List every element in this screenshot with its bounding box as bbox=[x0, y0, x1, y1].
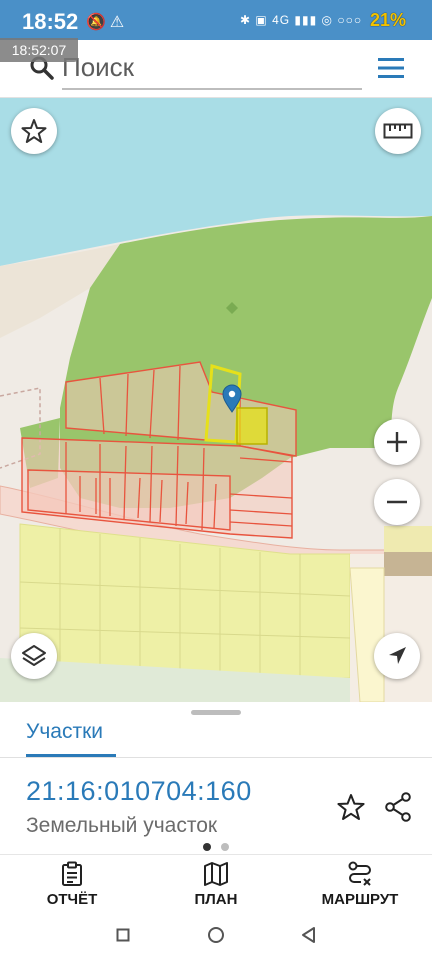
plus-icon bbox=[387, 432, 407, 452]
map-canvas[interactable] bbox=[0, 98, 432, 702]
notification-icons: 🔕⚠ bbox=[86, 14, 129, 31]
cadastral-number[interactable]: 21:16:010704:160 bbox=[26, 776, 252, 807]
network-type: 4G bbox=[272, 13, 291, 27]
screenshot-time-overlay: 18:52:07 bbox=[0, 38, 78, 62]
status-time: 18:52 bbox=[22, 9, 79, 34]
tab-parcels[interactable]: Участки bbox=[26, 720, 103, 744]
share-icon[interactable] bbox=[384, 792, 412, 822]
parcel-type: Земельный участок bbox=[26, 814, 218, 837]
battery-level: 21% bbox=[369, 10, 406, 30]
zoom-in-button[interactable] bbox=[374, 419, 420, 465]
minus-icon bbox=[387, 500, 407, 504]
clipboard-icon bbox=[62, 861, 82, 886]
plan-button[interactable]: ПЛАН bbox=[156, 861, 276, 915]
locate-button[interactable] bbox=[374, 633, 420, 679]
parcel-info-sheet: Участки 21:16:010704:160 Земельный участ… bbox=[0, 702, 432, 858]
home-icon[interactable] bbox=[207, 926, 225, 944]
layers-button[interactable] bbox=[11, 633, 57, 679]
action-bar: ОТЧЁТ ПЛАН МАРШРУТ bbox=[0, 854, 432, 916]
menu-icon[interactable] bbox=[376, 56, 406, 80]
sheet-drag-handle[interactable] bbox=[191, 710, 241, 715]
page-dot-active bbox=[203, 843, 211, 851]
star-icon[interactable] bbox=[336, 792, 366, 822]
recent-apps-icon[interactable] bbox=[116, 928, 130, 942]
route-icon bbox=[348, 861, 371, 886]
route-label: МАРШРУТ bbox=[321, 891, 399, 908]
tab-divider bbox=[0, 757, 432, 758]
page-dot bbox=[221, 843, 229, 851]
report-label: ОТЧЁТ bbox=[46, 891, 98, 908]
bridge bbox=[384, 552, 432, 576]
selected-parcel bbox=[236, 407, 268, 445]
star-icon bbox=[21, 119, 47, 143]
system-navigation-bar bbox=[0, 916, 432, 960]
search-input[interactable] bbox=[62, 46, 362, 90]
network-icons: ✱ ▣ 4G ▮▮▮ ◎ ○○○ bbox=[240, 13, 363, 27]
back-icon[interactable] bbox=[300, 926, 316, 944]
favorites-button[interactable] bbox=[11, 108, 57, 154]
ruler-icon bbox=[383, 123, 413, 139]
status-bar: 18:52 🔕⚠ ✱ ▣ 4G ▮▮▮ ◎ ○○○ 21% bbox=[0, 0, 432, 40]
ruler-button[interactable] bbox=[375, 108, 421, 154]
map-icon bbox=[204, 862, 228, 886]
report-button[interactable]: ОТЧЁТ bbox=[12, 861, 132, 915]
zoom-out-button[interactable] bbox=[374, 479, 420, 525]
map-view[interactable] bbox=[0, 98, 432, 702]
layers-icon bbox=[22, 645, 46, 666]
plan-label: ПЛАН bbox=[194, 891, 238, 908]
route-button[interactable]: МАРШРУТ bbox=[300, 861, 420, 915]
navigation-arrow-icon bbox=[389, 647, 406, 664]
